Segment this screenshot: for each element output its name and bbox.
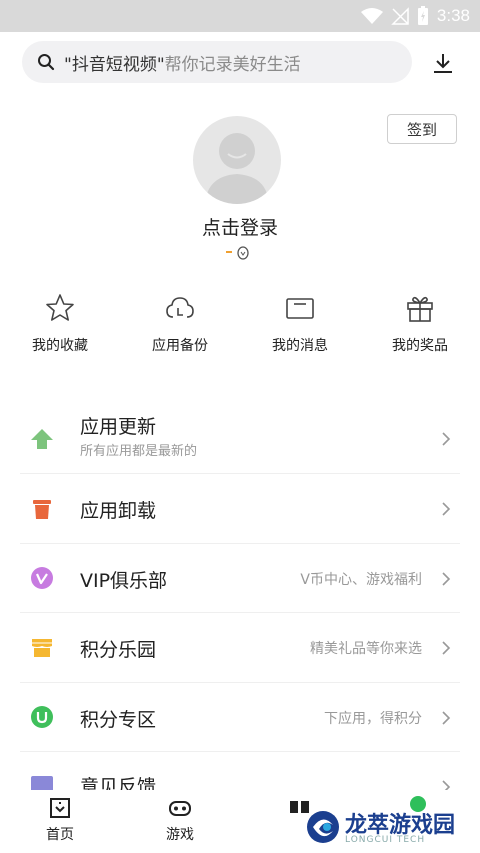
menu-title: 积分专区 (80, 709, 157, 731)
nav-label: 首页 (46, 827, 74, 843)
quick-label: 我的消息 (272, 338, 328, 354)
menu-title: 应用卸载 (80, 500, 157, 522)
quick-actions: 我的收藏 应用备份 我的消息 我的奖品 (0, 292, 480, 362)
envelope-icon (284, 292, 316, 324)
chevron-right-icon (442, 572, 451, 586)
gamepad-icon (168, 796, 192, 820)
search-placeholder: "抖音短视频"帮你记录美好生活 (64, 50, 301, 75)
store-icon (30, 636, 54, 660)
update-arrow-icon (30, 427, 54, 451)
egg-icon (237, 246, 249, 260)
menu-item-points-zone[interactable]: 积分专区 下应用，得积分 (20, 683, 460, 752)
status-time: 3:38 (436, 6, 470, 25)
menu-title: VIP俱乐部 (80, 570, 168, 592)
quick-backup[interactable]: 应用备份 (120, 292, 240, 355)
menu-item-app-update[interactable]: 应用更新 所有应用都是最新的 (20, 404, 460, 474)
quick-favorites[interactable]: 我的收藏 (0, 292, 120, 355)
menu-item-vip-club[interactable]: VIP俱乐部 V币中心、游戏福利 (20, 544, 460, 613)
level-dot (226, 251, 232, 253)
login-label[interactable]: 点击登录 (0, 213, 480, 240)
menu-item-points-park[interactable]: 积分乐园 精美礼品等你来选 (20, 613, 460, 683)
quick-messages[interactable]: 我的消息 (240, 292, 360, 355)
battery-charging-icon (417, 6, 428, 25)
watermark-logo-icon (307, 811, 339, 843)
nav-games[interactable]: 游戏 (140, 796, 220, 844)
home-icon (48, 796, 72, 820)
chevron-right-icon (442, 711, 451, 725)
watermark-subtext: LONGCUI TECH (345, 835, 426, 845)
search-icon (36, 52, 56, 72)
menu-hint: 精美礼品等你来选 (310, 641, 422, 657)
quick-prizes[interactable]: 我的奖品 (360, 292, 480, 355)
status-icons: 3:38 (360, 4, 470, 28)
watermark: 龙萃游戏园 LONGCUI TECH (305, 803, 475, 851)
search-slogan: 帮你记录美好生活 (164, 54, 301, 75)
menu-title: 应用更新 (80, 416, 157, 438)
chevron-right-icon (442, 502, 451, 516)
menu-item-app-uninstall[interactable]: 应用卸载 (20, 474, 460, 544)
menu-hint: V币中心、游戏福利 (300, 572, 422, 588)
gift-icon (404, 292, 436, 324)
wifi-icon (360, 8, 383, 24)
vip-icon (30, 566, 54, 590)
cloud-backup-icon (164, 292, 196, 324)
search-bar[interactable]: "抖音短视频"帮你记录美好生活 (22, 41, 412, 83)
quick-label: 我的奖品 (392, 338, 448, 354)
download-icon[interactable] (428, 48, 458, 78)
trash-icon (30, 497, 54, 521)
nav-label: 游戏 (166, 827, 194, 843)
avatar[interactable] (193, 116, 281, 204)
points-icon (30, 705, 54, 729)
search-quote: "抖音短视频" (64, 54, 165, 75)
quick-label: 应用备份 (152, 338, 208, 354)
menu-subtitle: 所有应用都是最新的 (80, 444, 198, 459)
chevron-right-icon (442, 432, 451, 446)
nav-home[interactable]: 首页 (20, 796, 100, 844)
signin-button[interactable]: 签到 (387, 114, 457, 144)
quick-label: 我的收藏 (32, 338, 88, 354)
star-icon (44, 292, 76, 324)
menu-title: 积分乐园 (80, 639, 157, 661)
level-indicator (226, 244, 254, 260)
status-bar: 3:38 (0, 0, 480, 32)
menu-hint: 下应用，得积分 (324, 711, 422, 727)
no-signal-icon (391, 7, 409, 25)
chevron-right-icon (442, 641, 451, 655)
